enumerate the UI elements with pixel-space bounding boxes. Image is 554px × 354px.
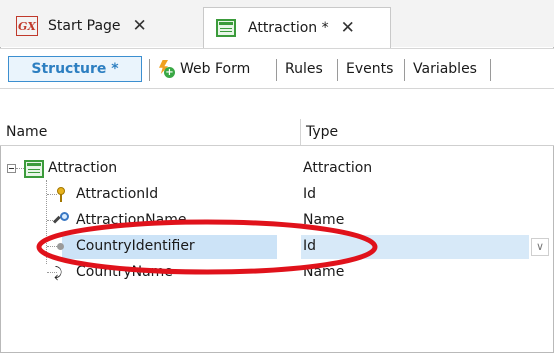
toolbar-divider xyxy=(490,59,491,81)
attribute-type: Name xyxy=(303,212,345,228)
toolbar-divider xyxy=(149,59,150,81)
toolbar-divider xyxy=(276,59,277,81)
tab-label: Web Form xyxy=(180,61,251,77)
tab-variables[interactable]: Variables xyxy=(413,57,477,81)
web-form-icon: + xyxy=(156,60,175,78)
attribute-type: Id xyxy=(303,186,317,202)
attribute-type: Attraction xyxy=(303,160,373,176)
tree-row-countryidentifier[interactable]: CountryIdentifier Id ∨ xyxy=(0,234,554,260)
toolbar-divider xyxy=(404,59,405,81)
selection-highlight xyxy=(301,235,529,259)
tree-row-attractionname[interactable]: AttractionName Name xyxy=(0,208,554,234)
section-toolbar: Structure * + Web Form Rules Events Vari… xyxy=(0,48,554,89)
attribute-name: AttractionId xyxy=(76,186,159,202)
grid-header: Name Type xyxy=(0,119,554,146)
tab-structure[interactable]: Structure * xyxy=(8,56,142,82)
chevron-down-icon[interactable]: ∨ xyxy=(531,238,549,256)
column-header-type[interactable]: Type xyxy=(306,124,338,140)
tab-start-page[interactable]: GX Start Page ✕ xyxy=(8,7,200,45)
tree-row-attraction[interactable]: Attraction Attraction xyxy=(0,156,554,182)
tree-row-countryname[interactable]: ⤸ CountryName Name xyxy=(0,260,554,286)
close-icon[interactable]: ✕ xyxy=(341,18,355,38)
close-icon[interactable]: ✕ xyxy=(133,16,147,36)
column-header-name[interactable]: Name xyxy=(6,124,47,140)
column-divider[interactable] xyxy=(300,119,301,145)
key-icon xyxy=(55,187,67,203)
attribute-name: AttractionName xyxy=(76,212,187,228)
attribute-name[interactable]: CountryIdentifier xyxy=(76,238,195,254)
dot-icon xyxy=(57,243,64,250)
tab-strip: GX Start Page ✕ Attraction * ✕ xyxy=(0,0,554,48)
attribute-type: Name xyxy=(303,264,345,280)
tab-attraction[interactable]: Attraction * ✕ xyxy=(203,7,391,48)
transaction-icon xyxy=(24,160,44,178)
tab-label: Attraction * xyxy=(248,20,329,36)
tab-web-form[interactable]: + Web Form xyxy=(156,57,250,81)
attribute-name: CountryName xyxy=(76,264,173,280)
tab-rules[interactable]: Rules xyxy=(285,57,323,81)
tree-row-attractionid[interactable]: AttractionId Id xyxy=(0,182,554,208)
toolbar-divider xyxy=(337,59,338,81)
transaction-icon xyxy=(216,19,236,37)
gx-icon: GX xyxy=(16,16,38,36)
collapse-icon[interactable] xyxy=(7,164,16,173)
tree-connector xyxy=(47,246,57,248)
tab-events[interactable]: Events xyxy=(346,57,393,81)
search-icon xyxy=(52,212,69,228)
inferred-arrow-icon: ⤸ xyxy=(54,265,63,281)
toolbar-spacer xyxy=(0,88,554,120)
attribute-type[interactable]: Id xyxy=(303,238,316,254)
tab-label: Start Page xyxy=(48,18,121,34)
attribute-name: Attraction xyxy=(48,160,118,176)
